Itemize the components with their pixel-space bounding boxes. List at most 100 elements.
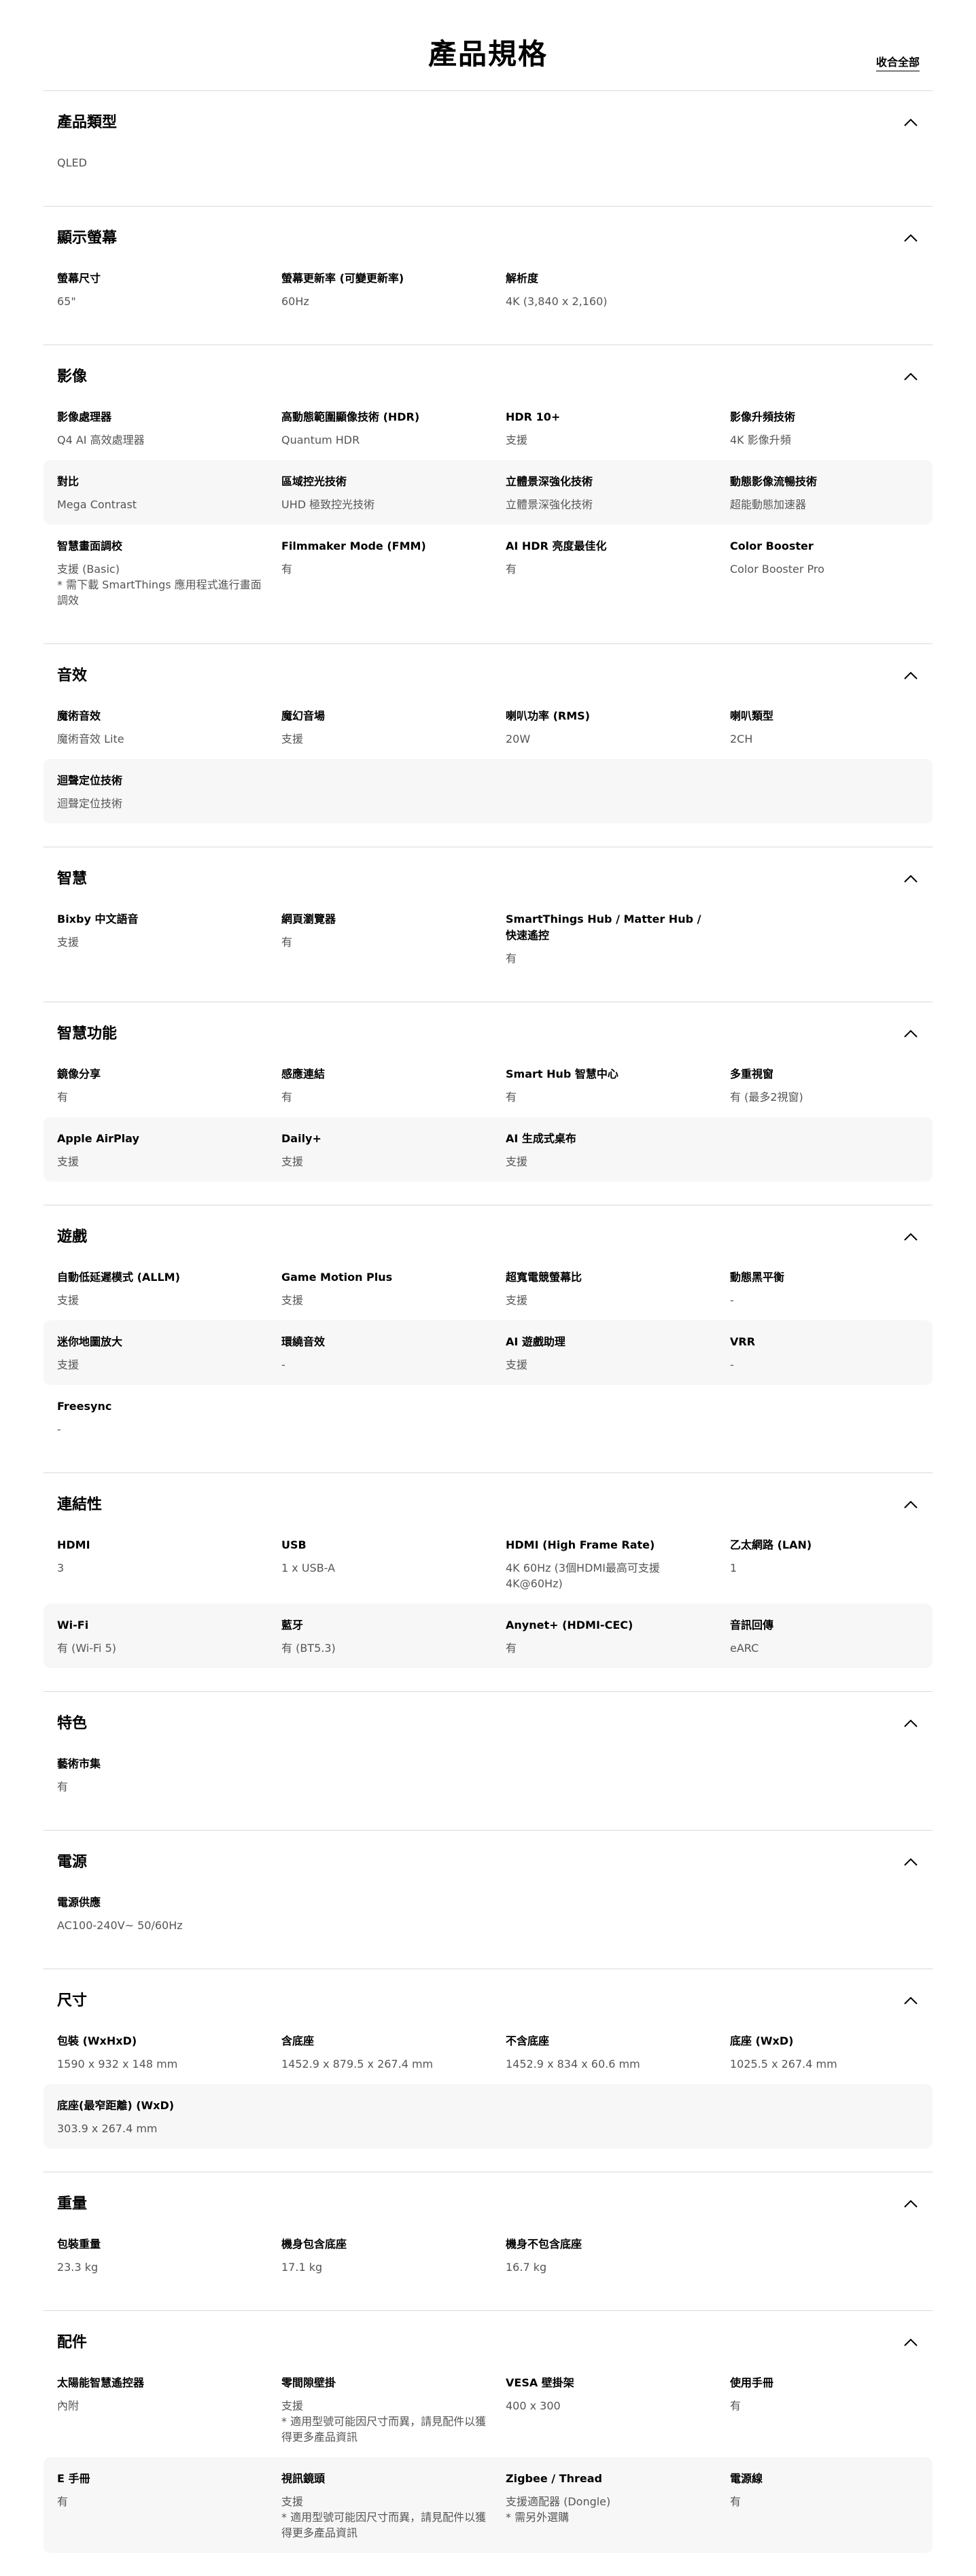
spec-value: 有 [57,2495,69,2508]
section-header[interactable]: 連結性 [43,1473,933,1534]
spec-item: 區域控光技術 UHD 極致控光技術 [281,474,506,512]
section-header[interactable]: 配件 [43,2311,933,2372]
section-title: 音效 [57,667,88,684]
spec-value: 16.7 kg [506,2261,547,2274]
spec-item: 動態影像流暢技術 超能動態加速器 [730,474,913,512]
section-header[interactable]: 遊戲 [43,1205,933,1267]
spec-row: 包裝 (WxHxD) 1590 x 932 x 148 mm 含底座 1452.9 x… [43,2030,933,2084]
spec-item: 機身包含底座 17.1 kg [281,2236,506,2275]
spec-label: 螢幕更新率 (可變更新率) [281,272,404,285]
spec-rows: 藝術市集有 [43,1753,933,1807]
spec-value: 支援 [57,1155,80,1168]
spec-label: 含底座 [281,2034,315,2047]
spec-label: 自動低延遲模式 (ALLM) [57,1271,180,1284]
spec-label: 多重視窗 [730,1068,774,1080]
spec-value: Q4 AI 高效處理器 [57,434,145,446]
spec-value: - [57,1423,61,1436]
spec-section: 智慧 Bixby 中文語音 支援 網頁瀏覽器有 SmartThings Hub / Ma… [43,847,933,1002]
spec-label: 環繞音效 [281,1335,326,1348]
section-header[interactable]: 電源 [43,1831,933,1892]
chevron-up-icon[interactable] [904,1719,918,1727]
chevron-up-icon[interactable] [904,875,918,883]
chevron-up-icon[interactable] [904,234,918,242]
spec-item: 網頁瀏覽器有 [281,911,506,966]
section-header[interactable]: 特色 [43,1692,933,1753]
spec-item: 魔術音效 魔術音效 Lite [57,708,281,747]
spec-value: 內附 [57,2399,80,2412]
page-header: 產品規格 收合全部 [0,0,976,90]
spec-rows: 太陽能智慧遙控器 內附 零間隙壁掛 支援 * 適用型號可能因尺寸而異，請見配件以獲得更… [43,2372,933,2553]
spec-section: 配件 太陽能智慧遙控器 內附 零間隙壁掛 支援 * 適用型號可能因尺寸而異，請見配件以獲… [43,2310,933,2576]
chevron-up-icon[interactable] [904,372,918,381]
spec-item: 底座(最窄距離) (WxD) 303.9 x 267.4 mm [57,2098,281,2136]
spec-item: 感應連結有 [281,1066,506,1105]
chevron-up-icon[interactable] [904,1500,918,1508]
spec-label: 高動態範圍顯像技術 (HDR) [281,410,420,423]
spec-value: - [281,1358,285,1371]
spec-rows: QLED [43,152,933,183]
section-header[interactable]: 尺寸 [43,1969,933,2030]
spec-label: Game Motion Plus [281,1271,393,1284]
spec-value: 有 (Wi-Fi 5) [57,1642,117,1655]
spec-value: 2CH [730,733,753,745]
collapse-all-link[interactable]: 收合全部 [875,53,920,71]
section-title: 遊戲 [57,1229,88,1246]
spec-label: Bixby 中文語音 [57,913,139,925]
section-header[interactable]: 智慧功能 [43,1002,933,1063]
section-header[interactable]: 智慧 [43,847,933,908]
spec-row: Freesync - [43,1385,933,1449]
spec-value: 1452.9 x 879.5 x 267.4 mm [281,2058,434,2070]
chevron-up-icon[interactable] [904,1858,918,1866]
spec-label: 超寬電競螢幕比 [506,1271,582,1284]
spec-value: 迴聲定位技術 [57,797,123,810]
spec-section: 遊戲自動低延遲模式 (ALLM) 支援 Game Motion Plus 支援 超寬電競… [43,1205,933,1472]
chevron-up-icon[interactable] [904,2200,918,2208]
spec-label: 包裝 (WxHxD) [57,2034,137,2047]
spec-label: 立體景深強化技術 [506,475,593,488]
spec-label: 藝術市集 [57,1757,101,1770]
spec-item: 環繞音效 - [281,1334,506,1373]
spec-item: 鏡像分享有 [57,1066,281,1105]
section-header[interactable]: 產品類型 [43,91,933,152]
chevron-up-icon[interactable] [904,671,918,680]
spec-item: 零間隙壁掛 支援 * 適用型號可能因尺寸而異，請見配件以獲得更多產品資訊 [281,2375,506,2445]
spec-value: 有 (BT5.3) [281,1642,336,1655]
spec-value: 3 [57,1562,65,1574]
spec-section: 重量 包裝重量 23.3 kg 機身包含底座 17.1 kg 機身不包含底座 16.7 kg [43,2172,933,2310]
section-header[interactable]: 顯示螢幕 [43,207,933,268]
spec-label: 對比 [57,475,80,488]
chevron-up-icon[interactable] [904,1233,918,1241]
section-header[interactable]: 重量 [43,2172,933,2234]
spec-label: 動態黑平衡 [730,1271,785,1284]
spec-label: VRR [730,1335,756,1348]
section-title: 智慧 [57,870,88,887]
section-title: 產品類型 [57,114,118,131]
spec-label: 區域控光技術 [281,475,347,488]
chevron-up-icon[interactable] [904,1029,918,1038]
spec-label: 使用手冊 [730,2376,774,2389]
section-header[interactable]: 影像 [43,345,933,406]
spec-row: 自動低延遲模式 (ALLM) 支援 Game Motion Plus 支援 超寬電競螢幕… [43,1267,933,1320]
spec-label: 電源線 [730,2472,763,2485]
spec-label: 電源供應 [57,1896,101,1909]
spec-item: 迷你地圖放大 支援 [57,1334,281,1373]
chevron-up-icon[interactable] [904,118,918,126]
chevron-up-icon[interactable] [904,2338,918,2346]
spec-item: 影像升頻技術 4K 影像升頻 [730,409,913,448]
spec-value: 支援 [506,1155,528,1168]
spec-value: 超能動態加速器 [730,498,807,511]
spec-value: 支援 * 適用型號可能因尺寸而異，請見配件以獲得更多產品資訊 [281,2495,487,2539]
spec-value: 支援 [57,936,80,949]
spec-label: 太陽能智慧遙控器 [57,2376,145,2389]
section-title: 連結性 [57,1496,103,1513]
spec-value: 立體景深強化技術 [506,498,593,511]
spec-rows: Bixby 中文語音 支援 網頁瀏覽器有 SmartThings Hub / Matt… [43,908,933,978]
chevron-up-icon[interactable] [904,1996,918,2005]
spec-item: 太陽能智慧遙控器 內附 [57,2375,281,2445]
spec-label: 影像升頻技術 [730,410,796,423]
spec-item: 超寬電競螢幕比 支援 [506,1269,730,1308]
spec-value: 有 [506,563,517,576]
spec-label: 機身包含底座 [281,2238,347,2251]
section-header[interactable]: 音效 [43,644,933,705]
spec-item: 包裝重量 23.3 kg [57,2236,281,2275]
